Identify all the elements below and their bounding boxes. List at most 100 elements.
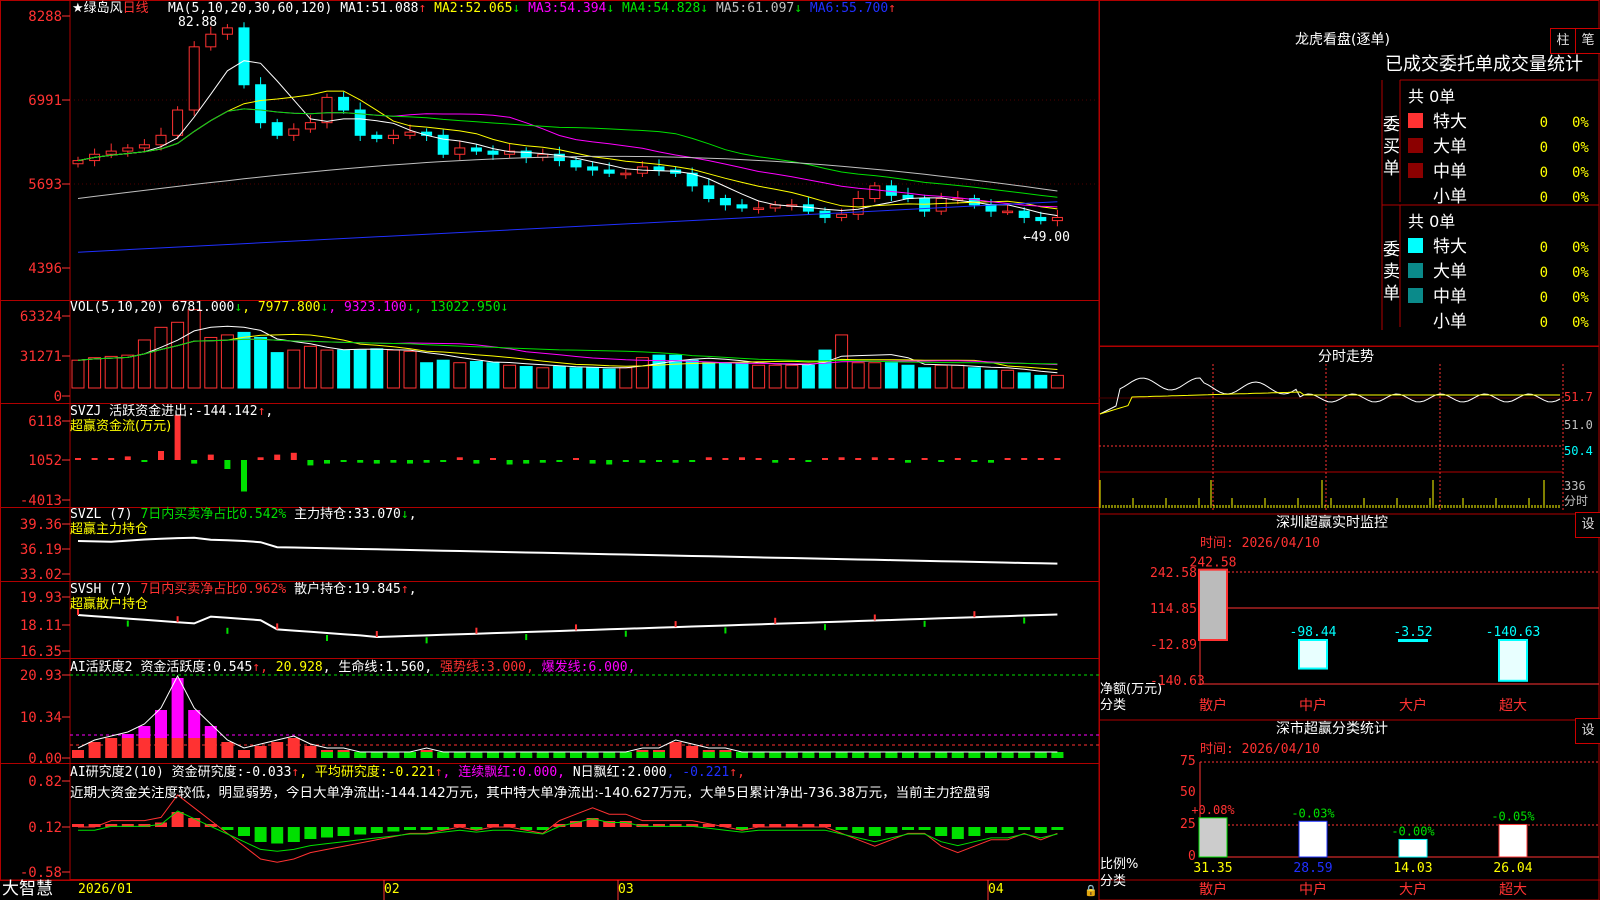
ai2-bar — [1034, 827, 1047, 833]
sz-monitor-title: 深圳超赢实时监控 — [1276, 515, 1388, 531]
svzj-bar — [523, 460, 530, 464]
vol-bar-up — [752, 364, 766, 389]
ai1-bar-green — [470, 752, 483, 758]
ai1-bar-green — [1051, 752, 1064, 758]
svzj-bar — [573, 458, 579, 460]
ai2-bar — [238, 827, 250, 836]
vol-bar-down — [370, 348, 384, 389]
class-cat-1: 中户 — [1299, 881, 1327, 898]
svzj-bar — [158, 451, 164, 460]
svzl-ratio: 7日内买卖净占比0.542% — [140, 507, 287, 522]
ai1-bar — [254, 746, 267, 758]
vol-bar-up — [536, 367, 550, 389]
class-chg-0: +0.08% — [1191, 803, 1235, 817]
period-label[interactable]: 日线 — [123, 1, 149, 16]
ai1-bar-green — [868, 752, 881, 758]
sz-time: 时间: 2026/04/10 — [1200, 536, 1320, 551]
favorite-star-icon[interactable]: ★ — [72, 1, 84, 16]
ai2-nday: 2.000 — [627, 765, 667, 780]
sz-bar-大户 — [1398, 639, 1428, 643]
vol-bar-down — [967, 367, 981, 389]
buy-swatch-0 — [1408, 113, 1423, 128]
ai1-axis-label-2: 0.00 — [28, 751, 62, 767]
ai2-bar — [337, 827, 350, 836]
ai1-axis-label-0: 20.93 — [20, 668, 62, 684]
ai1-bar — [686, 746, 699, 758]
ai1-bar — [171, 738, 184, 758]
sz-axis-1: 114.85 — [1150, 602, 1197, 617]
svzj-bar — [888, 458, 895, 460]
vol-ma1: 7977.800 — [257, 300, 321, 315]
vol-bar-up — [934, 364, 948, 389]
ai1-bar-green — [321, 752, 333, 758]
bar-mode-button[interactable]: 柱 — [1550, 28, 1576, 54]
svsh-tick — [126, 620, 129, 627]
class-chg-2: -0.00% — [1391, 824, 1435, 838]
svsh-label: SVSH (7) — [70, 582, 133, 597]
ai2-bar — [321, 827, 333, 838]
sz-settings-button[interactable]: 设 — [1575, 512, 1600, 538]
sell-row-pct-3: 0% — [1572, 315, 1589, 331]
svzj-bar — [1021, 458, 1028, 460]
svzl-value: 33.070 — [353, 507, 401, 522]
date-tick-0: 2026/01 — [78, 882, 133, 897]
svzj-bar — [473, 460, 480, 464]
svsh-tick — [176, 616, 179, 623]
svsh-tick — [425, 637, 428, 644]
vol-bar-down — [1034, 374, 1048, 389]
ai1-line — [77, 674, 1058, 753]
ai2-bar — [935, 827, 948, 836]
vol-bar-down — [1017, 372, 1031, 389]
candle-up — [304, 122, 316, 130]
stock-title: ★绿岛风日线 — [72, 1, 149, 16]
ai1-bar-green — [387, 752, 400, 758]
ai1-bar-green — [951, 752, 964, 758]
vol-bar-up — [851, 362, 865, 389]
vol-axis-label-0: 63324 — [20, 309, 62, 325]
candle-up — [155, 134, 167, 146]
vol-axis-label-1: 31271 — [20, 349, 62, 365]
intraday-vol-max: 336 — [1564, 479, 1586, 493]
ai1-bar-green — [1018, 752, 1031, 758]
svzj-bar — [855, 458, 862, 460]
lock-icon[interactable]: 🔒 — [1084, 884, 1098, 898]
sz-bar-label-2: -3.52 — [1393, 625, 1432, 640]
class-x-label: 分类 — [1100, 874, 1127, 889]
ai1-bar-green — [420, 752, 433, 758]
candle-down — [719, 197, 731, 206]
svzj-bar — [805, 460, 812, 462]
intraday-avg — [1099, 391, 1560, 415]
ai1-bar — [155, 738, 167, 758]
ai2-axis-label-1: 0.12 — [28, 820, 62, 836]
ai1-bar — [138, 738, 151, 758]
sell-row-name-3: 小单 — [1433, 312, 1467, 332]
ma2-line — [77, 90, 1058, 210]
sell-row-pct-1: 0% — [1572, 265, 1589, 281]
buy-swatch-2 — [1408, 163, 1423, 178]
candle-down — [653, 166, 665, 171]
tick-mode-button[interactable]: 笔 — [1575, 28, 1600, 54]
vol-bar-up — [403, 350, 417, 389]
vol-bar-down — [469, 360, 483, 389]
svzj-bar — [772, 460, 779, 463]
svzj-bar — [988, 460, 994, 463]
sz-bar-超大 — [1498, 639, 1528, 682]
class-chg-1: -0.03% — [1291, 806, 1335, 820]
class-settings-button[interactable]: 设 — [1575, 718, 1600, 744]
ai1-bar-green — [918, 752, 931, 758]
ai1-bar-green — [785, 752, 798, 758]
candle-up — [387, 134, 399, 139]
candle-up — [454, 147, 466, 155]
sell-row-name-0: 特大 — [1433, 237, 1467, 257]
ai1-bar-green — [653, 752, 665, 758]
ai1-value2: 20.928 — [275, 660, 323, 675]
intraday-vol-label: 分时 — [1564, 494, 1589, 508]
ai1-bar-green — [453, 752, 466, 758]
candle-down — [703, 185, 715, 199]
ma2-arrow: ↓ — [512, 1, 521, 16]
svzj-bar — [75, 458, 81, 460]
vol-bar-down — [353, 349, 367, 389]
svzj-bar — [290, 452, 297, 460]
svzj-bar — [108, 458, 115, 460]
sz-class-title: 深市超赢分类统计 — [1276, 721, 1388, 737]
